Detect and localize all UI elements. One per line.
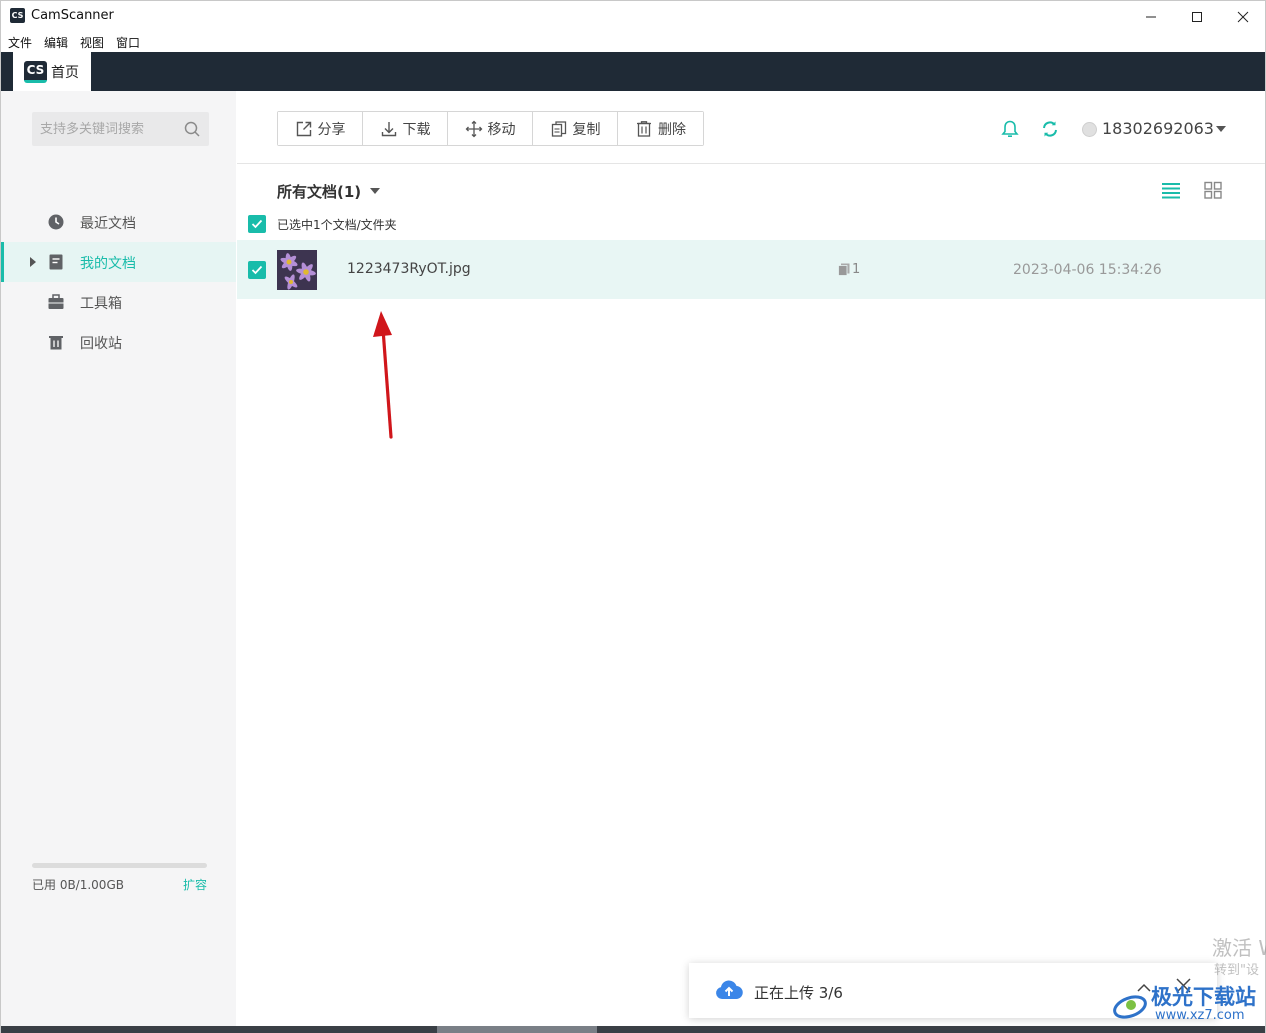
share-label: 分享: [317, 121, 346, 138]
sync-icon[interactable]: [1040, 119, 1060, 139]
menu-view[interactable]: 视图: [80, 34, 104, 51]
download-button[interactable]: 下载: [363, 112, 448, 145]
sidebar-item-trash[interactable]: 回收站: [1, 322, 236, 362]
search-icon[interactable]: [183, 120, 201, 138]
grid-view-icon[interactable]: [1203, 181, 1223, 199]
upload-status: 正在上传 3/6: [754, 984, 843, 1002]
delete-label: 删除: [658, 121, 686, 138]
checkmark-icon: [251, 265, 263, 275]
menu-window[interactable]: 窗口: [116, 34, 140, 51]
document-icon: [49, 254, 63, 270]
menu-bar: 文件 编辑 视图 窗口: [1, 32, 1265, 52]
move-button[interactable]: 移动: [448, 112, 533, 145]
expand-caret-icon[interactable]: [30, 257, 36, 267]
sidebar-item-label: 我的文档: [80, 256, 136, 272]
annotation-arrow: [373, 311, 393, 439]
share-button[interactable]: 分享: [278, 112, 363, 145]
flower-thumbnail-image: [277, 250, 317, 290]
menu-edit[interactable]: 编辑: [44, 34, 68, 51]
delete-icon: [637, 120, 651, 137]
trash-icon: [49, 336, 63, 350]
menu-file[interactable]: 文件: [8, 34, 32, 51]
expand-storage-link[interactable]: 扩容: [183, 876, 207, 893]
scrollbar-thumb[interactable]: [437, 1026, 597, 1033]
delete-button[interactable]: 删除: [618, 112, 703, 145]
move-icon: [465, 120, 482, 137]
copy-icon: [551, 120, 566, 137]
move-label: 移动: [487, 121, 516, 138]
account-id[interactable]: 18302692063: [1102, 119, 1214, 138]
selection-count-text: 已选中1个文档/文件夹: [277, 218, 397, 232]
sidebar-item-label: 最近文档: [80, 216, 136, 232]
site-logo-icon: [1113, 995, 1147, 1019]
sidebar: 最近文档 我的文档 工具箱 回收站 已用 0B/1.00GB 扩容: [1, 91, 236, 1026]
storage-usage-text: 已用 0B/1.00GB: [32, 878, 124, 892]
site-watermark: 极光下载站 www.xz7.com: [1111, 981, 1263, 1025]
activation-watermark: 激活 W: [1212, 936, 1266, 960]
page-count: 1: [852, 262, 861, 277]
clock-icon: [48, 214, 64, 230]
share-icon: [296, 121, 311, 136]
sidebar-item-toolbox[interactable]: 工具箱: [1, 282, 236, 322]
site-url: www.xz7.com: [1155, 1008, 1245, 1023]
horizontal-scrollbar[interactable]: [1, 1026, 1265, 1033]
copy-label: 复制: [572, 121, 601, 138]
list-view-icon[interactable]: [1161, 181, 1181, 199]
close-button[interactable]: [1220, 1, 1266, 32]
row-checkbox[interactable]: [248, 261, 266, 279]
header-divider: [237, 163, 1265, 164]
cs-logo-icon: CS: [24, 60, 47, 83]
folder-dropdown-icon[interactable]: [370, 188, 380, 194]
maximize-button[interactable]: [1174, 1, 1220, 32]
file-thumbnail[interactable]: [277, 250, 317, 290]
avatar[interactable]: [1082, 122, 1097, 137]
sidebar-item-recent[interactable]: 最近文档: [1, 202, 236, 242]
app-logo-icon: CS: [10, 8, 25, 23]
folder-title[interactable]: 所有文档(1): [277, 181, 361, 202]
sidebar-item-label: 工具箱: [80, 296, 122, 312]
select-all-checkbox[interactable]: [248, 215, 266, 233]
account-dropdown-icon[interactable]: [1216, 126, 1226, 132]
download-label: 下载: [402, 121, 431, 138]
tab-home-label: 首页: [51, 64, 79, 81]
title-bar: CS CamScanner: [1, 1, 1265, 32]
sidebar-item-label: 回收站: [80, 336, 122, 352]
download-icon: [381, 121, 396, 136]
tab-home[interactable]: CS 首页: [13, 52, 91, 91]
close-icon: [1237, 11, 1249, 22]
sidebar-item-my-docs[interactable]: 我的文档: [1, 242, 236, 282]
activation-watermark-sub: 转到"设: [1214, 963, 1259, 978]
storage-progress-bar: [32, 863, 207, 868]
minimize-button[interactable]: [1128, 1, 1174, 32]
window-title: CamScanner: [31, 8, 114, 23]
search-box: [32, 112, 209, 146]
minimize-icon: [1146, 16, 1156, 17]
file-name[interactable]: 1223473RyOT.jpg: [347, 261, 471, 277]
site-name: 极光下载站: [1151, 985, 1256, 1009]
bell-icon[interactable]: [1000, 119, 1020, 139]
cloud-upload-icon: [716, 980, 743, 1000]
table-row[interactable]: 1223473RyOT.jpg 1 2023-04-06 15:34:26: [237, 240, 1265, 299]
search-input[interactable]: [32, 112, 182, 146]
maximize-icon: [1192, 11, 1202, 22]
action-toolbar: 分享 下载 移动 复制 删除: [277, 111, 704, 146]
checkmark-icon: [251, 219, 263, 229]
toolbox-icon: [48, 294, 64, 309]
tab-strip: CS 首页: [1, 52, 1265, 91]
file-date: 2023-04-06 15:34:26: [1013, 262, 1162, 278]
pages-icon: [838, 263, 850, 276]
copy-button[interactable]: 复制: [533, 112, 618, 145]
